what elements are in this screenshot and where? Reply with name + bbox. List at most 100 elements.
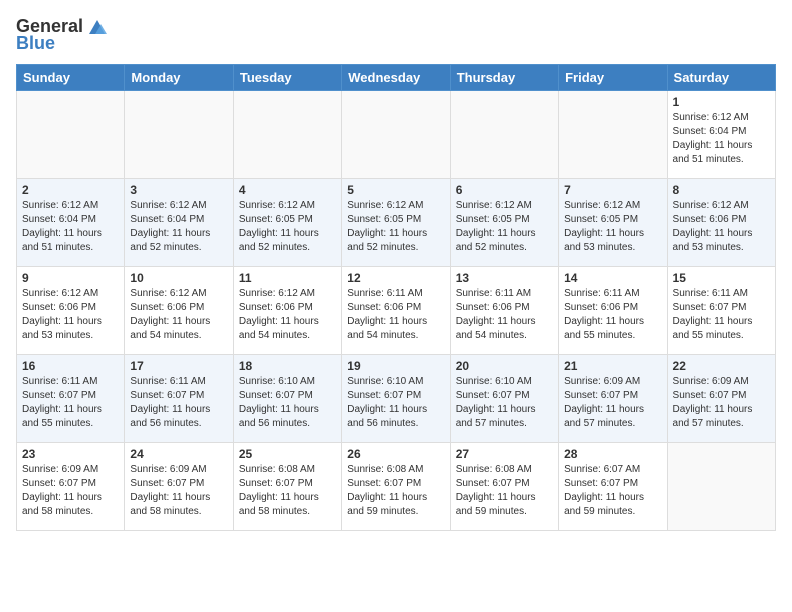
day-info: Sunrise: 6:09 AM Sunset: 6:07 PM Dayligh…: [22, 463, 119, 519]
calendar-day-cell: [667, 443, 775, 531]
calendar-week-row: 9 Sunrise: 6:12 AM Sunset: 6:06 PM Daylig…: [17, 267, 776, 355]
logo: General Blue: [16, 16, 107, 54]
day-info: Sunrise: 6:11 AM Sunset: 6:06 PM Dayligh…: [564, 287, 661, 343]
calendar-day-cell: 15Sunrise: 6:11 AM Sunset: 6:07 PM Dayli…: [667, 267, 775, 355]
calendar-day-cell: 20 Sunrise: 6:10 AM Sunset: 6:07 PM Dayli…: [450, 355, 558, 443]
calendar-day-cell: 10 Sunrise: 6:12 AM Sunset: 6:06 PM Dayli…: [125, 267, 233, 355]
day-info: Sunrise: 6:12 AM Sunset: 6:05 PM Dayligh…: [564, 199, 661, 255]
calendar-day-cell: 1 Sunrise: 6:12 AM Sunset: 6:04 PM Daylig…: [667, 91, 775, 179]
day-info: Sunrise: 6:11 AM Sunset: 6:07 PM Dayligh…: [22, 375, 119, 431]
day-number: 25: [239, 447, 336, 461]
day-info: Sunrise: 6:12 AM Sunset: 6:04 PM Dayligh…: [130, 199, 227, 255]
calendar-day-cell: [17, 91, 125, 179]
logo-icon: [85, 18, 107, 36]
day-number: 11: [239, 271, 336, 285]
weekday-header-tuesday: Tuesday: [233, 65, 341, 91]
calendar-day-cell: 25 Sunrise: 6:08 AM Sunset: 6:07 PM Dayli…: [233, 443, 341, 531]
calendar-day-cell: 5Sunrise: 6:12 AM Sunset: 6:05 PM Daylig…: [342, 179, 450, 267]
day-number: 18: [239, 359, 336, 373]
day-number: 5: [347, 183, 444, 197]
day-info: Sunrise: 6:12 AM Sunset: 6:06 PM Dayligh…: [673, 199, 770, 255]
day-info: Sunrise: 6:09 AM Sunset: 6:07 PM Dayligh…: [564, 375, 661, 431]
day-info: Sunrise: 6:09 AM Sunset: 6:07 PM Dayligh…: [130, 463, 227, 519]
day-info: Sunrise: 6:11 AM Sunset: 6:06 PM Dayligh…: [456, 287, 553, 343]
calendar-table: SundayMondayTuesdayWednesdayThursdayFrid…: [16, 64, 776, 531]
calendar-day-cell: 9 Sunrise: 6:12 AM Sunset: 6:06 PM Daylig…: [17, 267, 125, 355]
calendar-day-cell: 12Sunrise: 6:11 AM Sunset: 6:06 PM Dayli…: [342, 267, 450, 355]
day-number: 27: [456, 447, 553, 461]
calendar-week-row: 1 Sunrise: 6:12 AM Sunset: 6:04 PM Daylig…: [17, 91, 776, 179]
calendar-day-cell: [342, 91, 450, 179]
weekday-header-saturday: Saturday: [667, 65, 775, 91]
day-number: 4: [239, 183, 336, 197]
weekday-header-row: SundayMondayTuesdayWednesdayThursdayFrid…: [17, 65, 776, 91]
day-info: Sunrise: 6:11 AM Sunset: 6:07 PM Dayligh…: [130, 375, 227, 431]
calendar-day-cell: 14 Sunrise: 6:11 AM Sunset: 6:06 PM Dayli…: [559, 267, 667, 355]
weekday-header-monday: Monday: [125, 65, 233, 91]
day-number: 22: [673, 359, 770, 373]
calendar-day-cell: [125, 91, 233, 179]
day-number: 10: [130, 271, 227, 285]
calendar-day-cell: 26 Sunrise: 6:08 AM Sunset: 6:07 PM Dayli…: [342, 443, 450, 531]
day-number: 8: [673, 183, 770, 197]
calendar-week-row: 23 Sunrise: 6:09 AM Sunset: 6:07 PM Dayli…: [17, 443, 776, 531]
calendar-week-row: 16Sunrise: 6:11 AM Sunset: 6:07 PM Dayli…: [17, 355, 776, 443]
calendar-day-cell: 27 Sunrise: 6:08 AM Sunset: 6:07 PM Dayli…: [450, 443, 558, 531]
calendar-day-cell: 17 Sunrise: 6:11 AM Sunset: 6:07 PM Dayli…: [125, 355, 233, 443]
day-number: 3: [130, 183, 227, 197]
calendar-day-cell: [559, 91, 667, 179]
calendar-day-cell: 4Sunrise: 6:12 AM Sunset: 6:05 PM Daylig…: [233, 179, 341, 267]
day-number: 7: [564, 183, 661, 197]
day-number: 13: [456, 271, 553, 285]
calendar-day-cell: 6 Sunrise: 6:12 AM Sunset: 6:05 PM Daylig…: [450, 179, 558, 267]
day-info: Sunrise: 6:12 AM Sunset: 6:05 PM Dayligh…: [456, 199, 553, 255]
calendar-day-cell: [450, 91, 558, 179]
calendar-day-cell: 24 Sunrise: 6:09 AM Sunset: 6:07 PM Dayli…: [125, 443, 233, 531]
calendar-week-row: 2 Sunrise: 6:12 AM Sunset: 6:04 PM Daylig…: [17, 179, 776, 267]
day-info: Sunrise: 6:10 AM Sunset: 6:07 PM Dayligh…: [456, 375, 553, 431]
day-number: 24: [130, 447, 227, 461]
calendar-day-cell: 3 Sunrise: 6:12 AM Sunset: 6:04 PM Daylig…: [125, 179, 233, 267]
day-number: 23: [22, 447, 119, 461]
day-info: Sunrise: 6:12 AM Sunset: 6:06 PM Dayligh…: [22, 287, 119, 343]
day-info: Sunrise: 6:10 AM Sunset: 6:07 PM Dayligh…: [347, 375, 444, 431]
day-number: 15: [673, 271, 770, 285]
page-header: General Blue: [16, 16, 776, 54]
calendar-day-cell: 21 Sunrise: 6:09 AM Sunset: 6:07 PM Dayli…: [559, 355, 667, 443]
day-number: 14: [564, 271, 661, 285]
calendar-day-cell: 7 Sunrise: 6:12 AM Sunset: 6:05 PM Daylig…: [559, 179, 667, 267]
day-info: Sunrise: 6:08 AM Sunset: 6:07 PM Dayligh…: [347, 463, 444, 519]
day-info: Sunrise: 6:12 AM Sunset: 6:06 PM Dayligh…: [239, 287, 336, 343]
day-number: 20: [456, 359, 553, 373]
day-number: 26: [347, 447, 444, 461]
calendar-day-cell: 23 Sunrise: 6:09 AM Sunset: 6:07 PM Dayli…: [17, 443, 125, 531]
weekday-header-wednesday: Wednesday: [342, 65, 450, 91]
day-number: 19: [347, 359, 444, 373]
day-number: 28: [564, 447, 661, 461]
day-info: Sunrise: 6:09 AM Sunset: 6:07 PM Dayligh…: [673, 375, 770, 431]
day-info: Sunrise: 6:07 AM Sunset: 6:07 PM Dayligh…: [564, 463, 661, 519]
day-info: Sunrise: 6:10 AM Sunset: 6:07 PM Dayligh…: [239, 375, 336, 431]
day-info: Sunrise: 6:08 AM Sunset: 6:07 PM Dayligh…: [456, 463, 553, 519]
day-info: Sunrise: 6:12 AM Sunset: 6:04 PM Dayligh…: [22, 199, 119, 255]
weekday-header-friday: Friday: [559, 65, 667, 91]
logo-blue-text: Blue: [16, 33, 55, 54]
weekday-header-thursday: Thursday: [450, 65, 558, 91]
calendar-day-cell: 18 Sunrise: 6:10 AM Sunset: 6:07 PM Dayli…: [233, 355, 341, 443]
calendar-day-cell: 8 Sunrise: 6:12 AM Sunset: 6:06 PM Daylig…: [667, 179, 775, 267]
day-number: 1: [673, 95, 770, 109]
day-info: Sunrise: 6:12 AM Sunset: 6:06 PM Dayligh…: [130, 287, 227, 343]
day-number: 21: [564, 359, 661, 373]
day-number: 2: [22, 183, 119, 197]
day-info: Sunrise: 6:12 AM Sunset: 6:04 PM Dayligh…: [673, 111, 770, 167]
day-number: 6: [456, 183, 553, 197]
calendar-day-cell: [233, 91, 341, 179]
day-number: 9: [22, 271, 119, 285]
day-info: Sunrise: 6:08 AM Sunset: 6:07 PM Dayligh…: [239, 463, 336, 519]
calendar-day-cell: 19 Sunrise: 6:10 AM Sunset: 6:07 PM Dayli…: [342, 355, 450, 443]
day-info: Sunrise: 6:11 AM Sunset: 6:06 PM Dayligh…: [347, 287, 444, 343]
day-number: 17: [130, 359, 227, 373]
calendar-day-cell: 16Sunrise: 6:11 AM Sunset: 6:07 PM Dayli…: [17, 355, 125, 443]
calendar-day-cell: 28 Sunrise: 6:07 AM Sunset: 6:07 PM Dayli…: [559, 443, 667, 531]
calendar-day-cell: 11 Sunrise: 6:12 AM Sunset: 6:06 PM Dayli…: [233, 267, 341, 355]
